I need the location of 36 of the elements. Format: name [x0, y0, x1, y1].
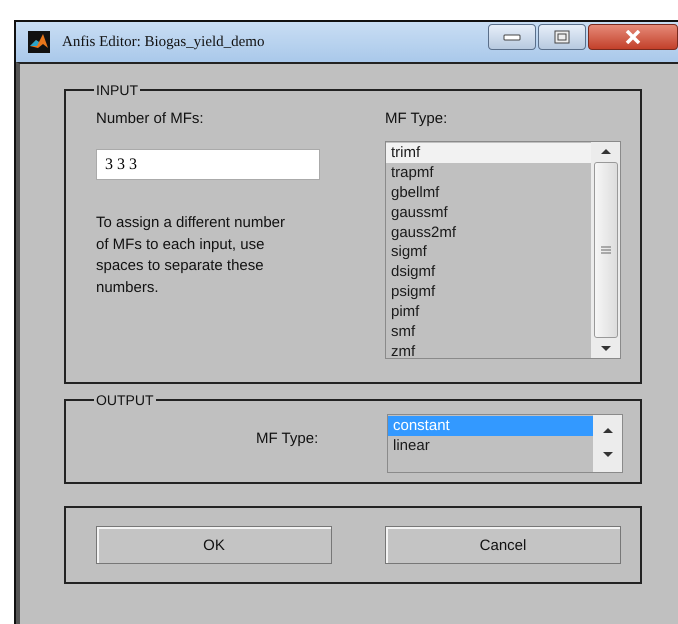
- list-item[interactable]: sigmf: [386, 242, 591, 262]
- output-mf-type-list[interactable]: constant linear: [387, 414, 623, 473]
- count-label: Number of MFs:: [96, 110, 205, 127]
- mf-type-list[interactable]: trimf trapmf gbellmf gaussmf gauss2mf sigmf dsigmf psigmf pimf smf zmf: [385, 141, 621, 359]
- minimize-icon: [502, 32, 522, 42]
- list-item[interactable]: gbellmf: [386, 182, 591, 203]
- count-field[interactable]: 3 3 3: [96, 149, 320, 180]
- close-icon: [625, 30, 641, 44]
- scroll-down-icon[interactable]: [602, 452, 612, 458]
- list-item[interactable]: psigmf: [386, 282, 591, 302]
- output-legend: OUTPUT: [94, 392, 156, 408]
- output-mf-type-label: MF Type:: [256, 430, 320, 447]
- list-item[interactable]: dsigmf: [386, 262, 591, 282]
- list-item[interactable]: trimf: [386, 143, 591, 163]
- mf-type-label: MF Type:: [385, 110, 448, 127]
- list-item[interactable]: zmf: [386, 342, 591, 362]
- maximize-button[interactable]: [538, 24, 586, 50]
- app-logo-icon: [28, 31, 50, 53]
- input-legend: INPUT: [94, 82, 140, 98]
- scroll-thumb[interactable]: [594, 162, 618, 338]
- maximize-icon: [554, 30, 570, 44]
- list-item[interactable]: smf: [386, 322, 591, 342]
- list-item[interactable]: gauss2mf: [386, 222, 591, 242]
- cancel-button[interactable]: Cancel: [385, 526, 621, 564]
- window-title: Anfis Editor: Biogas_yield_demo: [62, 34, 264, 50]
- minimize-button[interactable]: [488, 24, 536, 50]
- list-item[interactable]: trapmf: [386, 162, 591, 183]
- scroll-down-icon[interactable]: [600, 346, 610, 352]
- close-button[interactable]: [588, 24, 678, 50]
- hint-text: To assign a different number of MFs to each input, use spaces to separate these numbers.: [96, 213, 286, 298]
- list-item[interactable]: pimf: [386, 302, 591, 322]
- list-item[interactable]: gaussmf: [386, 202, 591, 223]
- scroll-up-icon[interactable]: [602, 427, 612, 433]
- list-item[interactable]: linear: [388, 436, 593, 456]
- ok-button[interactable]: OK: [96, 526, 332, 564]
- scroll-up-icon[interactable]: [600, 148, 610, 154]
